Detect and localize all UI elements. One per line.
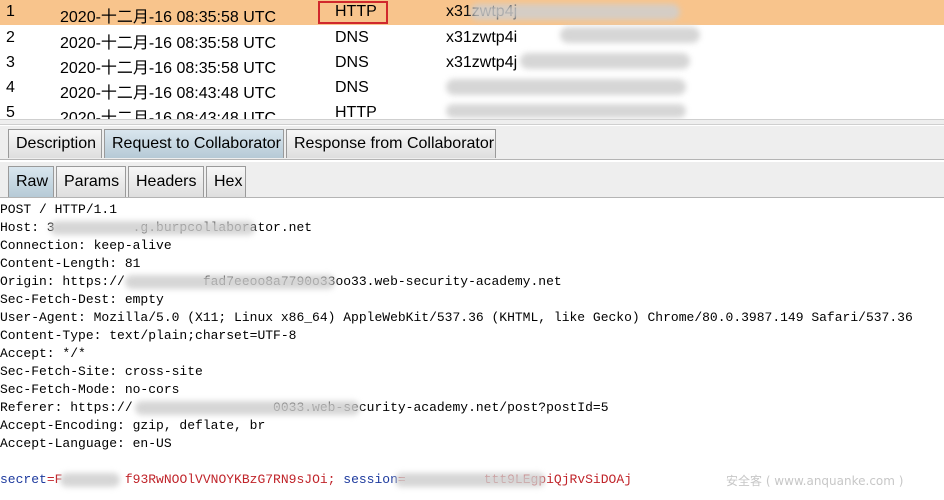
header-sec-fetch-mode: Sec-Fetch-Mode: no-cors [0,382,180,397]
header-connection: Connection: keep-alive [0,238,172,253]
request-editor[interactable]: POST / HTTP/1.1 Host: 3 .g.burpcollabora… [0,199,944,500]
row-time: 2020-十二月-16 08:35:58 UTC [60,9,277,26]
redaction-blur [560,27,700,43]
table-row[interactable]: 3 2020-十二月-16 08:35:58 UTC DNS x31zwtp4j [0,51,944,77]
redaction-blur [50,221,255,235]
redaction-blur [125,275,335,289]
tab-response-from-collaborator[interactable]: Response from Collaborator [286,129,496,158]
table-row[interactable]: 2 2020-十二月-16 08:35:58 UTC DNS x31zwtp4i [0,26,944,52]
body-key-session: session [343,472,398,487]
tab-raw[interactable]: Raw [8,166,54,197]
header-accept-encoding: Accept-Encoding: gzip, deflate, br [0,418,266,433]
tab-params[interactable]: Params [56,166,126,197]
row-number: 1 [6,3,15,20]
watermark: 安全客 ( www.anquanke.com ) [726,474,904,488]
redaction-blur [135,401,360,415]
tab-hex[interactable]: Hex [206,166,246,197]
split-pane-divider[interactable] [0,119,944,125]
header-accept: Accept: */* [0,346,86,361]
body-key-secret: secret [0,472,47,487]
header-content-length: Content-Length: 81 [0,256,141,271]
highlight-box [318,1,388,24]
row-time: 2020-十二月-16 08:35:58 UTC [60,35,277,52]
row-payload: x31zwtp4j [446,54,518,71]
view-tabs: Raw Params Headers Hex [0,162,944,198]
row-number: 2 [6,29,15,46]
redaction-blur [60,473,120,487]
header-sec-fetch-site: Sec-Fetch-Site: cross-site [0,364,203,379]
redaction-blur [446,79,686,95]
interactions-table: 1 2020-十二月-16 08:35:58 UTC HTTP x31zwtp4… [0,0,944,119]
row-type: DNS [335,29,369,46]
tab-description[interactable]: Description [8,129,102,158]
row-type: HTTP [335,104,377,119]
message-tabs: Description Request to Collaborator Resp… [0,126,944,160]
redaction-blur [446,104,686,118]
header-sec-fetch-dest: Sec-Fetch-Dest: empty [0,292,164,307]
row-number: 4 [6,79,15,96]
tab-request-to-collaborator[interactable]: Request to Collaborator [104,129,284,158]
header-user-agent: User-Agent: Mozilla/5.0 (X11; Linux x86_… [0,310,913,325]
redaction-blur [470,4,680,20]
row-number: 5 [6,104,15,119]
row-time: 2020-十二月-16 08:43:48 UTC [60,85,277,102]
header-accept-language: Accept-Language: en-US [0,436,172,451]
redaction-blur [395,473,545,487]
row-type: DNS [335,79,369,96]
row-type: DNS [335,54,369,71]
row-payload: x31zwtp4i [446,29,518,46]
row-time: 2020-十二月-16 08:43:48 UTC [60,110,277,119]
row-time: 2020-十二月-16 08:35:58 UTC [60,60,277,77]
row-number: 3 [6,54,15,71]
body-separator: ; [327,472,344,487]
request-line: POST / HTTP/1.1 [0,202,118,217]
redaction-blur [520,53,690,69]
tab-headers[interactable]: Headers [128,166,204,197]
header-content-type: Content-Type: text/plain;charset=UTF-8 [0,328,297,343]
